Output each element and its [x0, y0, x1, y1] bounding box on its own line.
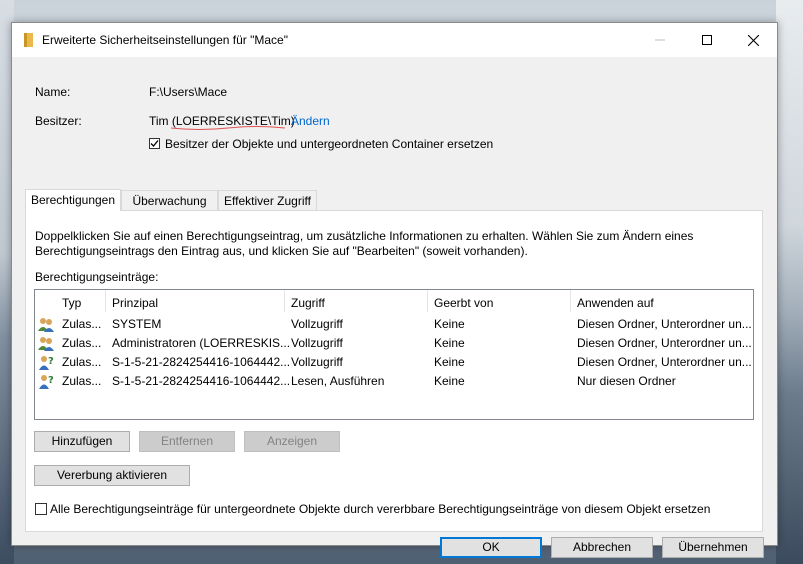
tab-effective-access[interactable]: Effektiver Zugriff [218, 190, 317, 210]
spellcheck-underline [171, 126, 285, 130]
title-bar[interactable]: Erweiterte Sicherheitseinstellungen für … [12, 23, 777, 57]
cell-principal: S-1-5-21-2824254416-1064442... [112, 355, 291, 369]
svg-text:?: ? [48, 356, 54, 367]
column-header-inherited[interactable]: Geerbt von [434, 296, 493, 310]
cell-type: Zulas... [62, 336, 102, 350]
tab-auditing[interactable]: Überwachung [121, 190, 218, 210]
unknown-user-icon: ? [39, 375, 54, 389]
column-header-principal[interactable]: Prinzipal [112, 296, 158, 310]
enable-inheritance-button[interactable]: Vererbung aktivieren [34, 465, 190, 486]
table-row[interactable]: ? Zulas... S-1-5-21-2824254416-1064442..… [35, 353, 753, 372]
permissions-description: Doppelklicken Sie auf einen Berechtigung… [35, 229, 694, 258]
maximize-button[interactable] [684, 23, 730, 57]
replace-child-permissions-checkbox[interactable] [35, 503, 47, 515]
remove-button[interactable]: Entfernen [139, 431, 235, 452]
dialog-body: Name: F:\Users\Mace Besitzer: Tim (LOERR… [12, 57, 777, 558]
cell-access: Vollzugriff [291, 355, 343, 369]
owner-label: Besitzer: [35, 114, 82, 128]
user-group-icon [38, 318, 54, 332]
desktop-background-right [776, 0, 803, 564]
cell-inherited: Keine [434, 317, 465, 331]
close-icon [747, 34, 759, 46]
ok-button[interactable]: OK [440, 537, 542, 558]
permission-entries-list[interactable]: Typ Prinzipal Zugriff Geerbt von Anwende… [34, 289, 754, 420]
name-value: F:\Users\Mace [149, 85, 228, 99]
column-divider [284, 290, 285, 312]
view-button[interactable]: Anzeigen [244, 431, 340, 452]
cell-applies-to: Diesen Ordner, Unterordner un... [577, 317, 752, 331]
column-divider [427, 290, 428, 312]
cell-applies-to: Diesen Ordner, Unterordner un... [577, 355, 752, 369]
column-header-type[interactable]: Typ [62, 296, 81, 310]
cell-principal: SYSTEM [112, 317, 162, 331]
minimize-button[interactable] [637, 23, 683, 57]
checkmark-icon [150, 140, 159, 147]
cell-type: Zulas... [62, 355, 102, 369]
column-header-applies-to[interactable]: Anwenden auf [577, 296, 654, 310]
security-dialog: Erweiterte Sicherheitseinstellungen für … [11, 22, 778, 558]
cell-type: Zulas... [62, 317, 102, 331]
minimize-icon [655, 39, 665, 41]
column-divider [105, 290, 106, 312]
cell-inherited: Keine [434, 374, 465, 388]
unknown-user-icon: ? [39, 356, 54, 370]
name-label: Name: [35, 85, 71, 99]
replace-child-permissions-label: Alle Berechtigungseinträge für untergeor… [50, 502, 711, 516]
permissions-panel: Doppelklicken Sie auf einen Berechtigung… [25, 210, 763, 532]
cell-inherited: Keine [434, 336, 465, 350]
user-group-icon [38, 337, 54, 351]
svg-text:?: ? [48, 375, 54, 386]
folder-icon [24, 33, 33, 47]
cell-type: Zulas... [62, 374, 102, 388]
tab-permissions[interactable]: Berechtigungen [25, 189, 121, 211]
column-divider [570, 290, 571, 312]
cell-principal: S-1-5-21-2824254416-1064442... [112, 374, 291, 388]
cell-access: Vollzugriff [291, 317, 343, 331]
cell-principal: Administratoren (LOERRESKIS... [112, 336, 291, 350]
column-header-access[interactable]: Zugriff [291, 296, 325, 310]
change-owner-link[interactable]: Ändern [291, 114, 330, 128]
table-row[interactable]: ? Zulas... S-1-5-21-2824254416-1064442..… [35, 372, 753, 391]
replace-owner-checkbox[interactable] [149, 138, 160, 149]
cell-access: Lesen, Ausführen [291, 374, 385, 388]
add-button[interactable]: Hinzufügen [34, 431, 130, 452]
apply-button[interactable]: Übernehmen [662, 537, 764, 558]
maximize-icon [702, 35, 712, 45]
table-row[interactable]: Zulas... SYSTEM Vollzugriff Keine Diesen… [35, 315, 753, 334]
cell-access: Vollzugriff [291, 336, 343, 350]
table-row[interactable]: Zulas... Administratoren (LOERRESKIS... … [35, 334, 753, 353]
cell-inherited: Keine [434, 355, 465, 369]
entries-label: Berechtigungseinträge: [35, 270, 159, 284]
window-title: Erweiterte Sicherheitseinstellungen für … [42, 33, 288, 47]
cell-applies-to: Nur diesen Ordner [577, 374, 676, 388]
close-button[interactable] [730, 23, 776, 57]
cell-applies-to: Diesen Ordner, Unterordner un... [577, 336, 752, 350]
cancel-button[interactable]: Abbrechen [551, 537, 653, 558]
replace-owner-label: Besitzer der Objekte und untergeordneten… [165, 137, 494, 151]
